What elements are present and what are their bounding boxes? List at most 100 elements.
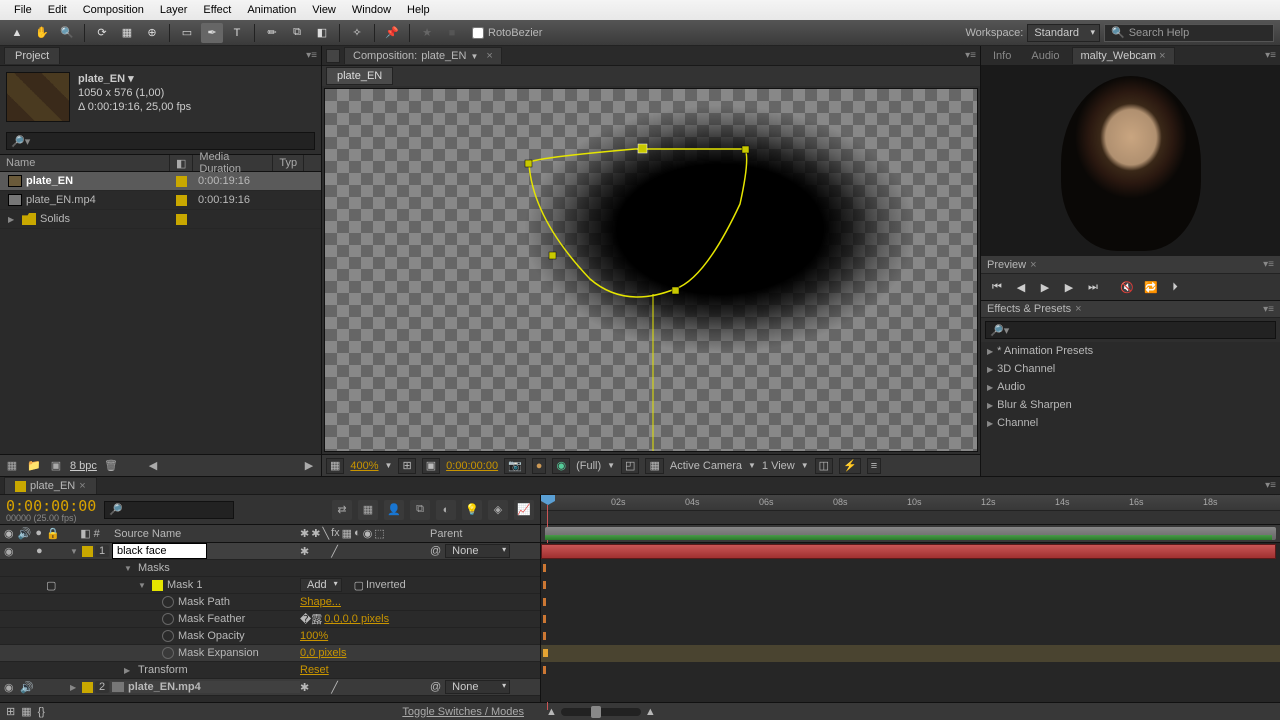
menu-effect[interactable]: Effect <box>195 2 239 18</box>
camera-tool-icon[interactable]: ▦ <box>116 23 138 43</box>
effects-search-input[interactable]: 🔎▾ <box>985 321 1276 339</box>
composition-tab[interactable]: Composition: plate_EN ▼ × <box>344 47 502 64</box>
rotobezier-checkbox[interactable]: RotoBezier <box>472 27 542 39</box>
brush-tool-icon[interactable]: ✏ <box>261 23 283 43</box>
bit-depth-button[interactable]: 8 bpc <box>70 460 97 472</box>
color-mgmt-icon[interactable]: ◉ <box>552 458 570 474</box>
menu-view[interactable]: View <box>304 2 344 18</box>
rotate-tool-icon[interactable]: ⟳ <box>91 23 113 43</box>
square-icon[interactable]: ■ <box>441 23 463 43</box>
project-item-folder[interactable]: ▶Solids <box>0 210 321 229</box>
safe-zones-icon[interactable]: ⊞ <box>398 458 415 474</box>
inverted-checkbox[interactable]: ▢ <box>354 579 364 592</box>
close-icon[interactable]: × <box>1159 50 1165 62</box>
dropdown-icon[interactable]: ▼ <box>607 461 615 470</box>
current-time[interactable]: 0:00:00:00 <box>446 460 498 472</box>
star-icon[interactable]: ★ <box>416 23 438 43</box>
toggle-switches-button[interactable]: Toggle Switches / Modes <box>402 706 524 718</box>
project-item-comp[interactable]: plate_EN 0:00:19:16 <box>0 172 321 191</box>
transform-group[interactable]: ▶Transform Reset <box>0 662 540 679</box>
panel-menu-icon[interactable]: ▾≡ <box>965 50 976 61</box>
trash-icon[interactable]: 🗑 <box>103 458 119 474</box>
search-help-input[interactable]: 🔍 Search Help <box>1104 24 1274 42</box>
stopwatch-icon[interactable] <box>162 630 174 642</box>
pen-tool-icon[interactable]: ✒ <box>201 23 223 43</box>
twirl-icon[interactable]: ▶ <box>124 666 134 675</box>
mask-opacity-prop[interactable]: Mask Opacity 100% <box>0 628 540 645</box>
first-frame-icon[interactable]: ⏮ <box>989 279 1005 295</box>
pixel-aspect-icon[interactable]: ◫ <box>815 458 833 474</box>
timeline-tab[interactable]: plate_EN × <box>4 477 97 494</box>
project-search-input[interactable]: 🔎▾ <box>6 132 315 150</box>
lock-icon[interactable] <box>326 49 340 63</box>
zoom-slider[interactable] <box>561 708 641 716</box>
pickwhip-icon[interactable]: @ <box>430 545 441 557</box>
prev-icon[interactable]: ◀ <box>145 458 161 474</box>
new-folder-icon[interactable]: 📁 <box>26 458 42 474</box>
playhead[interactable] <box>541 495 555 510</box>
mask-toggle-icon[interactable]: ▣ <box>422 458 440 474</box>
menu-animation[interactable]: Animation <box>239 2 304 18</box>
channel-icon[interactable]: ● <box>532 458 547 474</box>
prop-value[interactable]: 0,0,0,0 pixels <box>324 613 389 625</box>
flowchart-tab[interactable]: plate_EN <box>326 67 393 85</box>
label-swatch[interactable] <box>176 176 187 187</box>
time-ruler[interactable]: 02s 04s 06s 08s 10s 12s 14s 16s 18s <box>540 495 1280 524</box>
mute-icon[interactable]: 🔇 <box>1119 279 1135 295</box>
panel-menu-icon[interactable]: ▾≡ <box>306 50 317 61</box>
footer-icon[interactable]: ⊞ <box>6 705 15 718</box>
rect-tool-icon[interactable]: ▭ <box>176 23 198 43</box>
zoom-level[interactable]: 400% <box>350 460 378 472</box>
interpret-footage-icon[interactable]: ▦ <box>4 458 20 474</box>
twirl-icon[interactable]: ▼ <box>138 581 148 590</box>
zoom-in-icon[interactable]: ▲ <box>645 706 656 718</box>
mask-path[interactable] <box>325 89 965 452</box>
dropdown-icon[interactable]: ▼ <box>801 461 809 470</box>
label-swatch[interactable] <box>82 546 93 557</box>
label-swatch[interactable] <box>176 195 187 206</box>
brainstorm-icon[interactable]: 💡 <box>462 500 482 520</box>
roi-icon[interactable]: ◰ <box>621 458 639 474</box>
composition-viewer[interactable] <box>324 88 978 452</box>
menu-file[interactable]: File <box>6 2 40 18</box>
twirl-icon[interactable]: ▶ <box>8 215 18 224</box>
hand-tool-icon[interactable]: ✋ <box>31 23 53 43</box>
next-frame-icon[interactable]: ▶ <box>1061 279 1077 295</box>
close-icon[interactable]: × <box>1030 259 1036 271</box>
col-type[interactable]: Typ <box>273 155 304 171</box>
transparency-grid-icon[interactable]: ▦ <box>645 458 663 474</box>
zoom-dropdown-icon[interactable]: ▼ <box>385 461 393 470</box>
parent-dropdown[interactable]: None <box>445 680 510 694</box>
grid-toggle-icon[interactable]: ▦ <box>326 458 344 474</box>
frame-blend-icon[interactable]: ⧉ <box>410 500 430 520</box>
menu-window[interactable]: Window <box>344 2 399 18</box>
visibility-toggle[interactable]: ◉ <box>4 545 16 557</box>
effects-category[interactable]: ▶Audio <box>981 378 1280 396</box>
mask-lock-icon[interactable]: ▢ <box>46 579 56 592</box>
panel-menu-icon[interactable]: ▾≡ <box>1263 304 1274 315</box>
audio-tab[interactable]: Audio <box>1023 48 1067 64</box>
draft-3d-icon[interactable]: ▦ <box>358 500 378 520</box>
type-tool-icon[interactable]: T <box>226 23 248 43</box>
dropdown-icon[interactable]: ▼ <box>748 461 756 470</box>
menu-layer[interactable]: Layer <box>152 2 196 18</box>
effects-category[interactable]: ▶Blur & Sharpen <box>981 396 1280 414</box>
last-frame-icon[interactable]: ⏭ <box>1085 279 1101 295</box>
project-tab[interactable]: Project <box>4 47 60 64</box>
timeline-tracks[interactable] <box>540 543 1280 702</box>
resolution-dropdown[interactable]: (Full) <box>576 460 601 472</box>
ram-preview-icon[interactable]: ⏵ <box>1167 279 1183 295</box>
source-name-col[interactable]: Source Name <box>110 528 300 540</box>
mask-color-swatch[interactable] <box>152 580 163 591</box>
snapshot-icon[interactable]: 📷 <box>504 458 526 474</box>
close-icon[interactable]: × <box>79 480 85 492</box>
mask-row[interactable]: ▢ ▼Mask 1 Add▢Inverted <box>0 577 540 594</box>
mask-mode-dropdown[interactable]: Add <box>300 578 342 592</box>
stopwatch-icon[interactable] <box>162 596 174 608</box>
new-comp-icon[interactable]: ▣ <box>48 458 64 474</box>
next-icon[interactable]: ▶ <box>301 458 317 474</box>
parent-dropdown[interactable]: None <box>445 544 510 558</box>
fast-preview-icon[interactable]: ⚡ <box>839 458 861 474</box>
menu-help[interactable]: Help <box>399 2 438 18</box>
auto-keyframe-icon[interactable]: ◈ <box>488 500 508 520</box>
